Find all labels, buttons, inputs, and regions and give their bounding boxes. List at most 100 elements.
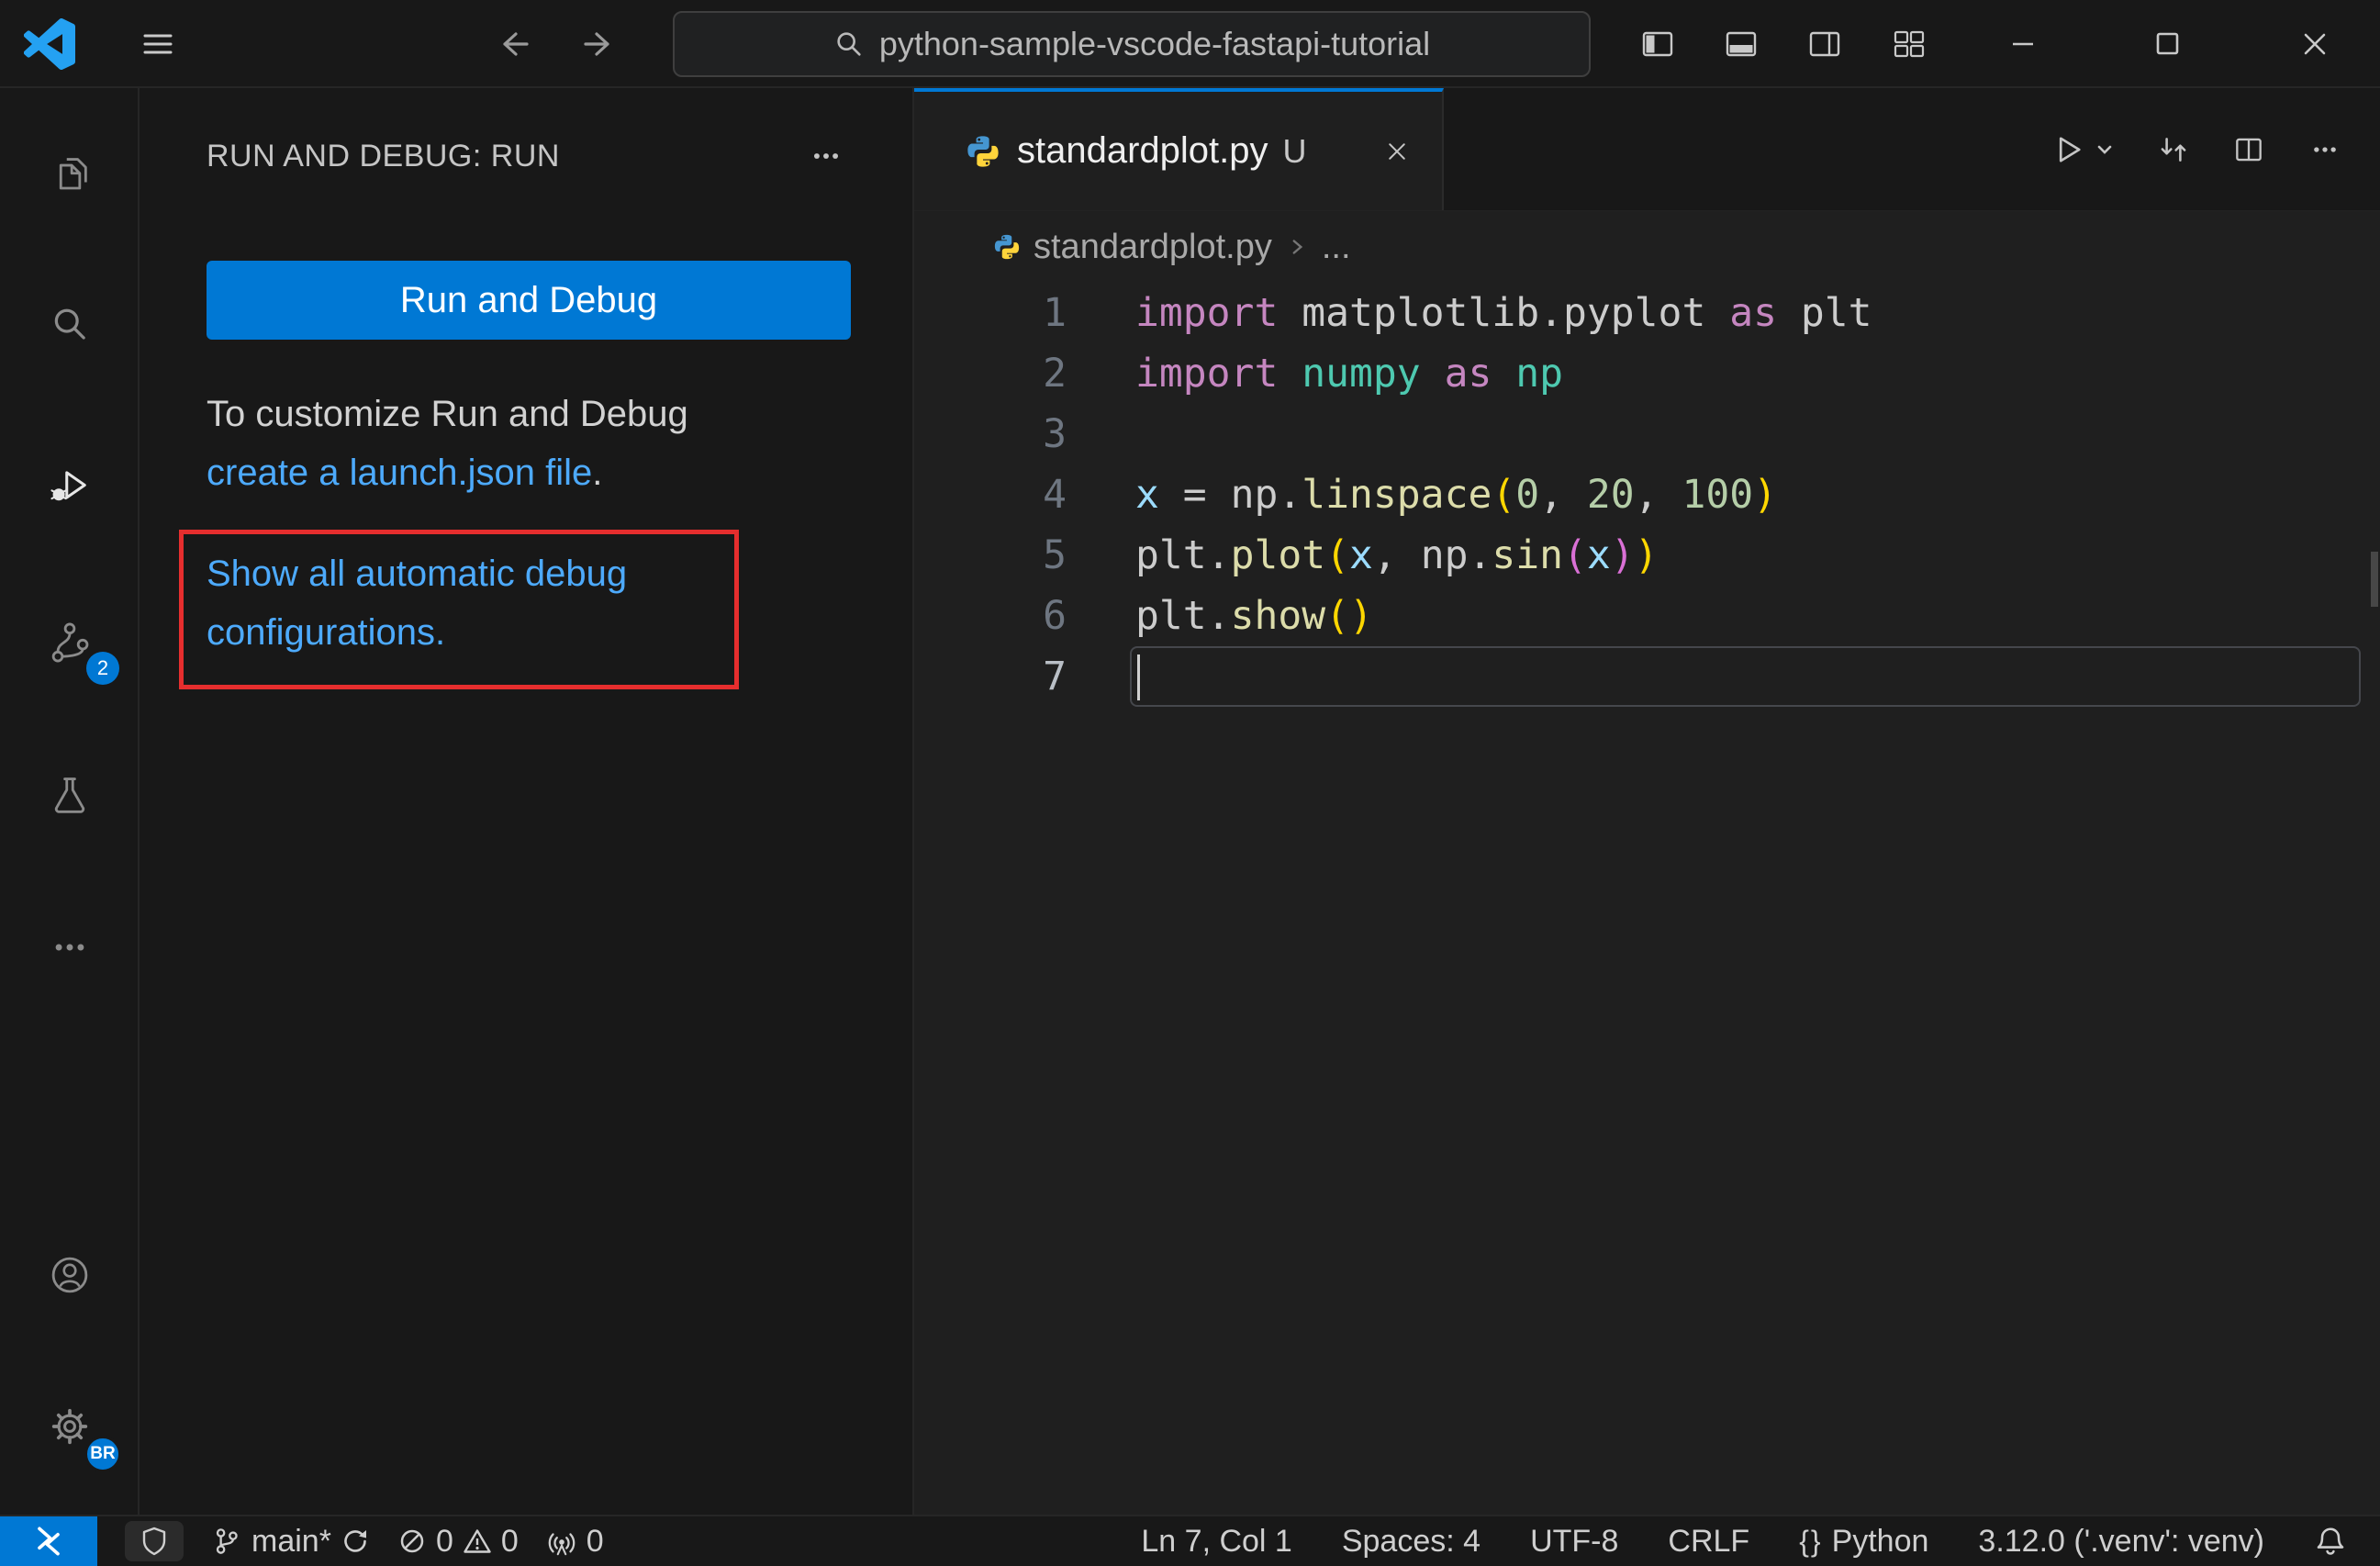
sync-icon[interactable] bbox=[341, 1527, 370, 1556]
beaker-icon bbox=[46, 772, 94, 820]
python-file-icon bbox=[966, 134, 1000, 169]
cursor-position[interactable]: Ln 7, Col 1 bbox=[1141, 1524, 1291, 1560]
sidebar-header: RUN AND DEBUG: RUN bbox=[141, 129, 912, 184]
run-python-file-button[interactable] bbox=[2050, 131, 2116, 168]
status-right: Ln 7, Col 1 Spaces: 4 UTF-8 CRLF {} Pyth… bbox=[1141, 1516, 2380, 1566]
run-and-debug-button[interactable]: Run and Debug bbox=[207, 261, 851, 340]
line-number: 3 bbox=[1043, 411, 1067, 457]
status-bar: main* 0 0 0 Ln 7, Col 1 Spaces: 4 UTF-8 … bbox=[0, 1515, 2380, 1566]
broadcast-icon bbox=[546, 1526, 577, 1557]
breadcrumb-symbol[interactable]: ... bbox=[1322, 228, 1351, 267]
account-button[interactable] bbox=[0, 1227, 140, 1323]
views-more-actions-icon[interactable] bbox=[806, 136, 846, 176]
source-control-icon bbox=[46, 619, 94, 666]
code-text[interactable]: x = np.linspace(0, 20, 100) bbox=[1130, 464, 2361, 525]
chevron-down-icon[interactable] bbox=[2094, 139, 2116, 161]
warning-icon bbox=[463, 1527, 492, 1556]
code-text[interactable] bbox=[1130, 646, 2361, 707]
code-lines: 1 import matplotlib.pyplot as plt 2 import … bbox=[914, 283, 2380, 707]
command-center-search[interactable]: python-sample-vscode-fastapi-tutorial bbox=[673, 11, 1591, 77]
activity-more[interactable] bbox=[0, 900, 140, 995]
remote-icon bbox=[30, 1523, 67, 1560]
create-launch-json-link[interactable]: create a launch.json file bbox=[207, 453, 592, 493]
ellipsis-icon bbox=[46, 923, 94, 971]
eol-item[interactable]: CRLF bbox=[1668, 1524, 1749, 1560]
back-arrow-icon[interactable] bbox=[494, 24, 534, 64]
ports-item[interactable]: 0 bbox=[546, 1524, 604, 1560]
activity-run-and-debug[interactable] bbox=[0, 438, 140, 533]
breadcrumb-file[interactable]: standardplot.py bbox=[1034, 228, 1272, 267]
vscode-logo-icon bbox=[24, 18, 75, 70]
indentation-item[interactable]: Spaces: 4 bbox=[1342, 1524, 1481, 1560]
search-icon bbox=[46, 302, 94, 350]
split-editor-icon[interactable] bbox=[2231, 132, 2266, 167]
line-number: 1 bbox=[1043, 290, 1067, 336]
language-status-item[interactable]: {} Python bbox=[1799, 1524, 1928, 1560]
activity-search[interactable] bbox=[0, 278, 140, 374]
git-branch-item[interactable]: main* bbox=[211, 1524, 370, 1560]
minimize-button[interactable] bbox=[2003, 24, 2043, 64]
sidebar-title: RUN AND DEBUG: RUN bbox=[207, 138, 560, 173]
tab-git-status: U bbox=[1282, 131, 1307, 170]
python-file-icon bbox=[993, 233, 1021, 261]
customize-hint-text: To customize Run and Debug bbox=[207, 394, 688, 434]
error-icon bbox=[397, 1527, 427, 1556]
open-changes-icon[interactable] bbox=[2156, 132, 2191, 167]
notifications-bell[interactable] bbox=[2314, 1525, 2347, 1558]
code-line[interactable]: 3 bbox=[914, 404, 2380, 464]
python-interpreter-item[interactable]: 3.12.0 ('.venv': venv) bbox=[1978, 1524, 2264, 1560]
titlebar: python-sample-vscode-fastapi-tutorial bbox=[0, 0, 2380, 88]
workspace-trust-item[interactable] bbox=[125, 1521, 184, 1561]
code-line[interactable]: 7 bbox=[914, 646, 2380, 707]
problems-item[interactable]: 0 0 bbox=[397, 1524, 519, 1560]
status-left: main* 0 0 0 bbox=[0, 1516, 604, 1566]
activity-source-control[interactable]: 2 bbox=[0, 595, 140, 690]
run-debug-sidebar: RUN AND DEBUG: RUN Run and Debug To cust… bbox=[141, 88, 912, 1515]
tab-close-icon[interactable] bbox=[1381, 136, 1413, 167]
play-icon bbox=[2050, 131, 2086, 168]
editor-scrollbar[interactable] bbox=[2371, 552, 2378, 607]
code-text[interactable]: plt.plot(x, np.sin(x)) bbox=[1130, 525, 2361, 586]
toggle-primary-sidebar-icon[interactable] bbox=[1639, 26, 1676, 62]
code-text[interactable]: import matplotlib.pyplot as plt bbox=[1130, 283, 2361, 343]
activity-bar: 2 BR bbox=[0, 88, 140, 1515]
activity-explorer[interactable] bbox=[0, 129, 140, 224]
code-line[interactable]: 2 import numpy as np bbox=[914, 343, 2380, 404]
run-debug-icon bbox=[46, 462, 94, 509]
settings-button[interactable]: BR bbox=[0, 1379, 140, 1474]
profile-badge: BR bbox=[84, 1436, 121, 1472]
line-number: 4 bbox=[1043, 472, 1067, 518]
encoding-item[interactable]: UTF-8 bbox=[1530, 1524, 1618, 1560]
tab-standardplot[interactable]: standardplot.py U bbox=[914, 88, 1444, 210]
line-number: 2 bbox=[1043, 351, 1067, 397]
tab-bar: standardplot.py U bbox=[914, 88, 2380, 211]
line-number: 7 bbox=[1043, 654, 1067, 699]
command-center-text: python-sample-vscode-fastapi-tutorial bbox=[878, 25, 1431, 62]
code-line[interactable]: 6 plt.show() bbox=[914, 586, 2380, 646]
ports-count: 0 bbox=[586, 1523, 604, 1559]
editor-more-actions-icon[interactable] bbox=[2307, 131, 2343, 168]
branch-name: main* bbox=[251, 1523, 331, 1559]
code-text[interactable]: plt.show() bbox=[1130, 586, 2361, 646]
code-line[interactable]: 4 x = np.linspace(0, 20, 100) bbox=[914, 464, 2380, 525]
line-number: 6 bbox=[1043, 593, 1067, 639]
warning-count: 0 bbox=[500, 1523, 519, 1559]
code-line[interactable]: 1 import matplotlib.pyplot as plt bbox=[914, 283, 2380, 343]
forward-arrow-icon[interactable] bbox=[578, 24, 619, 64]
show-auto-configs-link[interactable]: Show all automatic debug configurations. bbox=[207, 544, 721, 662]
braces-icon: {} bbox=[1799, 1524, 1823, 1558]
customize-layout-icon[interactable] bbox=[1891, 26, 1927, 62]
menu-icon[interactable] bbox=[140, 26, 176, 62]
activity-testing[interactable] bbox=[0, 748, 140, 844]
toggle-secondary-sidebar-icon[interactable] bbox=[1806, 26, 1843, 62]
remote-indicator[interactable] bbox=[0, 1516, 97, 1566]
shield-icon bbox=[138, 1525, 171, 1558]
toggle-panel-icon[interactable] bbox=[1723, 26, 1760, 62]
maximize-button[interactable] bbox=[2148, 24, 2188, 64]
close-window-button[interactable] bbox=[2295, 24, 2335, 64]
code-text[interactable] bbox=[1130, 404, 2361, 464]
chevron-right-icon bbox=[1285, 235, 1309, 259]
code-text[interactable]: import numpy as np bbox=[1130, 343, 2361, 404]
error-count: 0 bbox=[435, 1523, 453, 1559]
code-line[interactable]: 5 plt.plot(x, np.sin(x)) bbox=[914, 525, 2380, 586]
